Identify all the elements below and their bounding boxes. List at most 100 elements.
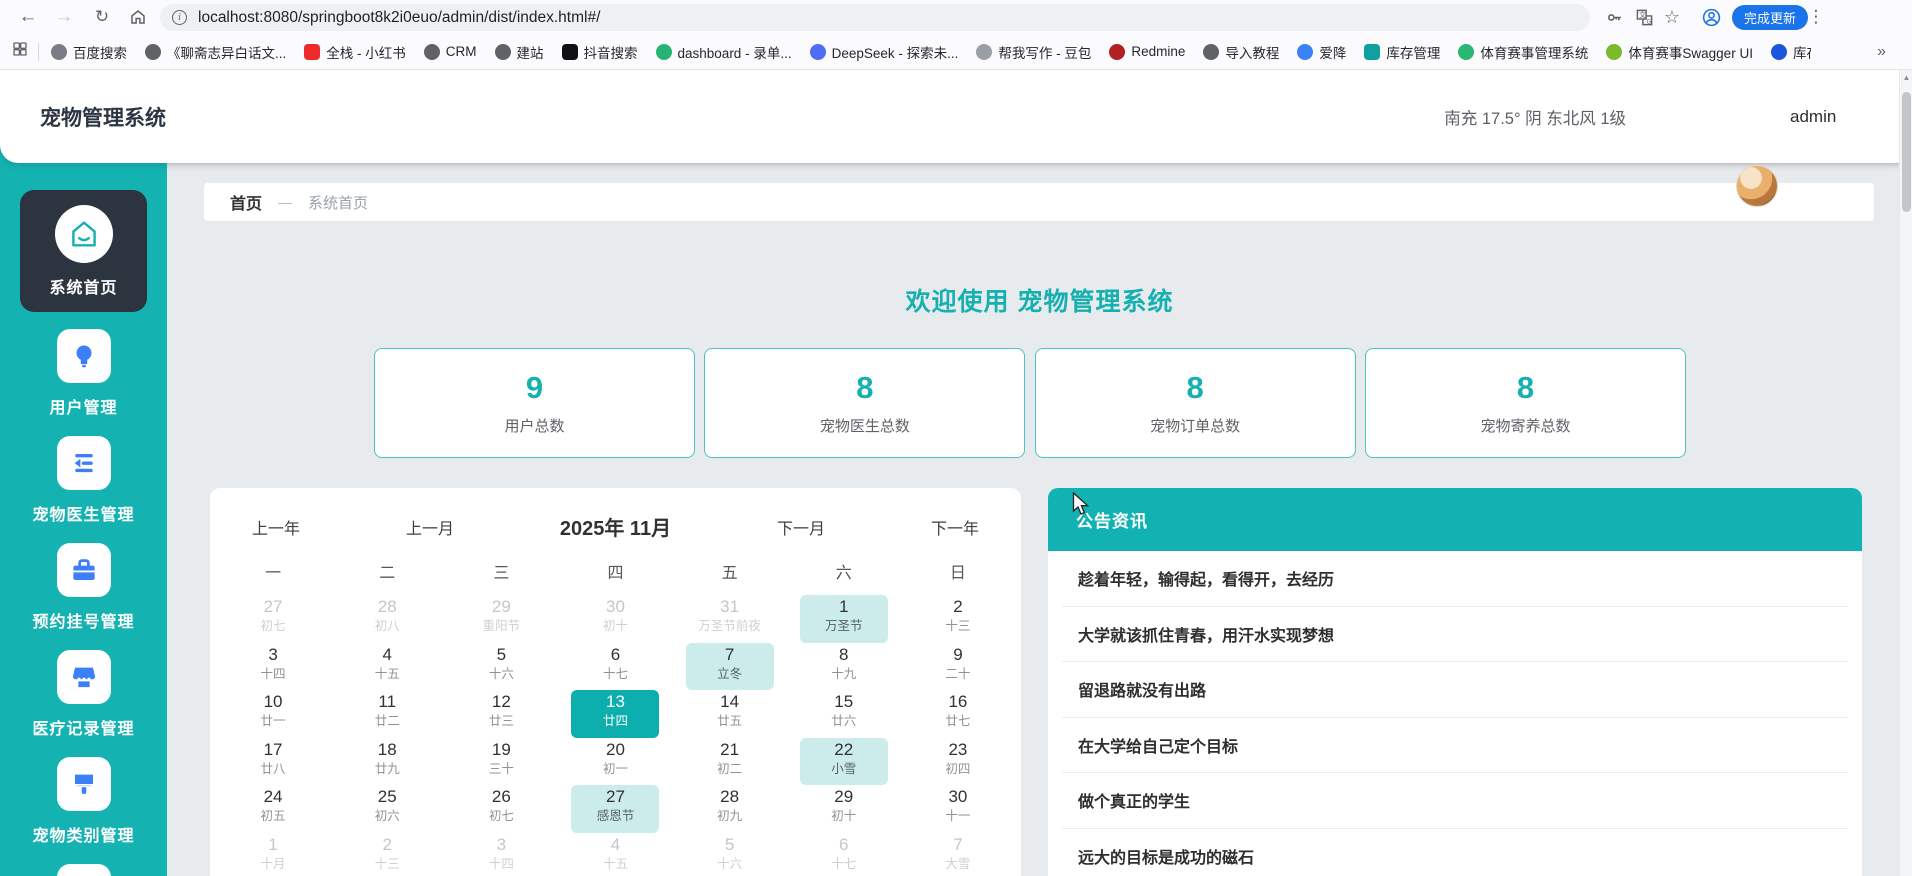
calendar-prev-month-button[interactable]: 上一月 [406,515,454,539]
scrollbar-thumb[interactable] [1902,92,1911,212]
calendar-cell: 1 十月 [216,833,330,876]
announcement-item[interactable]: 趁着年轻，输得起，看得开，去经历 [1062,551,1848,607]
site-info-icon[interactable]: i [172,10,187,25]
sidebar-item[interactable]: 预约挂号管理 [0,543,167,632]
announcement-item[interactable]: 留退路就没有出路 [1062,662,1848,718]
calendar-day[interactable]: 27 感恩节 [571,785,659,833]
browser-menu-icon[interactable]: ⋮ [1806,0,1826,34]
calendar-next-year-button[interactable]: 下一年 [931,515,979,539]
address-bar[interactable]: i localhost:8080/springboot8k2i0euo/admi… [160,4,1590,31]
bookmark-item[interactable]: 爱降 [1297,42,1346,62]
calendar-day[interactable]: 30 初十 [571,595,659,643]
bookmark-item[interactable]: 库存管理 [1364,42,1440,62]
calendar-day[interactable]: 4 十五 [571,833,659,876]
announcement-item[interactable]: 大学就该抓住青春，用汗水实现梦想 [1062,607,1848,663]
calendar-day[interactable]: 5 十六 [457,643,545,691]
calendar-day[interactable]: 8 十九 [800,643,888,691]
calendar-day[interactable]: 29 重阳节 [457,595,545,643]
calendar-day[interactable]: 3 十四 [457,833,545,876]
sidebar-item[interactable]: 宠物类别管理 [0,757,167,846]
calendar-next-month-button[interactable]: 下一月 [777,515,825,539]
profile-icon[interactable] [1696,0,1726,34]
calendar-day[interactable]: 14 廿五 [686,690,774,738]
calendar-day[interactable]: 29 初十 [800,785,888,833]
day-lunar-label: 初十 [800,808,888,824]
calendar-day[interactable]: 1 十月 [229,833,317,876]
calendar-day[interactable]: 31 万圣节前夜 [686,595,774,643]
chrome-update-button[interactable]: 完成更新 [1732,5,1808,30]
day-number: 5 [457,644,545,666]
bookmark-item[interactable]: 全栈 - 小红书 [304,42,406,62]
bookmark-item[interactable]: 抖音搜索 [562,42,638,62]
calendar-day[interactable]: 10 廿一 [229,690,317,738]
calendar-day[interactable]: 13 廿四 [571,690,659,738]
bookmark-item[interactable]: CRM [424,44,477,60]
bookmark-item[interactable]: 体育赛事管理系统 [1458,42,1588,62]
sidebar-item[interactable] [0,864,167,876]
bookmark-item[interactable]: 《聊斋志异白话文... [145,42,286,62]
announcement-item[interactable]: 在大学给自己定个目标 [1062,718,1848,774]
bookmark-item[interactable]: 百度搜索 [51,42,127,62]
avatar[interactable] [1736,165,1778,207]
calendar-day[interactable]: 24 初五 [229,785,317,833]
bookmarks-overflow-chevron[interactable]: » [1877,43,1886,61]
calendar-day[interactable]: 12 廿三 [457,690,545,738]
sidebar-item[interactable]: 用户管理 [0,329,167,418]
calendar-day[interactable]: 25 初六 [343,785,431,833]
sidebar-item[interactable]: 系统首页 [20,190,147,312]
sidebar-item[interactable]: 宠物医生管理 [0,436,167,525]
bookmark-item[interactable]: dashboard - 录单... [656,42,792,62]
calendar-day[interactable]: 4 十五 [343,643,431,691]
calendar-day[interactable]: 23 初四 [914,738,1002,786]
bookmark-item[interactable]: DeepSeek - 探索未... [810,42,959,62]
calendar-day[interactable]: 6 十七 [571,643,659,691]
back-icon[interactable]: ← [14,0,42,34]
calendar-day[interactable]: 11 廿二 [343,690,431,738]
bookmark-star-icon[interactable]: ☆ [1658,0,1686,34]
announcement-item[interactable]: 远大的目标是成功的磁石 [1062,829,1848,876]
calendar-day[interactable]: 3 十四 [229,643,317,691]
bookmark-item[interactable]: 导入教程 [1203,42,1279,62]
scrollbar-up-arrow[interactable]: ▲ [1900,70,1912,84]
stat-card: 8 宠物寄养总数 [1365,348,1686,458]
calendar-day[interactable]: 16 廿七 [914,690,1002,738]
calendar-day[interactable]: 27 初七 [229,595,317,643]
calendar-day[interactable]: 30 十一 [914,785,1002,833]
announcement-item[interactable]: 做个真正的学生 [1062,773,1848,829]
bookmark-item[interactable]: Redmine [1109,44,1185,60]
calendar-day[interactable]: 26 初七 [457,785,545,833]
calendar-prev-year-button[interactable]: 上一年 [252,515,300,539]
username[interactable]: admin [1790,70,1836,163]
calendar-day[interactable]: 6 十七 [800,833,888,876]
calendar-day[interactable]: 28 初九 [686,785,774,833]
bookmark-item[interactable]: 帮我写作 - 豆包 [976,42,1091,62]
day-lunar-label: 十月 [229,856,317,872]
calendar-day[interactable]: 5 十六 [686,833,774,876]
home-icon[interactable] [124,0,152,34]
calendar-day[interactable]: 21 初二 [686,738,774,786]
calendar-day[interactable]: 20 初一 [571,738,659,786]
calendar-day[interactable]: 28 初八 [343,595,431,643]
calendar-day[interactable]: 7 立冬 [686,643,774,691]
translate-icon[interactable]: 文G [1630,0,1658,34]
bookmark-item[interactable]: 建站 [495,42,544,62]
apps-grid-icon[interactable] [12,41,28,62]
sidebar-item[interactable]: 医疗记录管理 [0,650,167,739]
calendar-day[interactable]: 2 十三 [914,595,1002,643]
day-lunar-label: 廿六 [800,713,888,729]
calendar-day[interactable]: 7 大雪 [914,833,1002,876]
calendar-day[interactable]: 9 二十 [914,643,1002,691]
reload-icon[interactable]: ↻ [88,0,116,34]
forward-icon[interactable]: → [50,0,78,34]
calendar-day[interactable]: 2 十三 [343,833,431,876]
calendar-day[interactable]: 17 廿八 [229,738,317,786]
calendar-day[interactable]: 15 廿六 [800,690,888,738]
calendar-day[interactable]: 18 廿九 [343,738,431,786]
calendar-day[interactable]: 22 小雪 [800,738,888,786]
bookmark-item[interactable]: 库存小程序 [1771,42,1811,62]
bookmark-item[interactable]: 体育赛事Swagger UI [1606,42,1753,62]
calendar-day[interactable]: 1 万圣节 [800,595,888,643]
calendar-day[interactable]: 19 三十 [457,738,545,786]
password-key-icon[interactable] [1600,0,1628,34]
breadcrumb-home-link[interactable]: 首页 [230,190,262,214]
